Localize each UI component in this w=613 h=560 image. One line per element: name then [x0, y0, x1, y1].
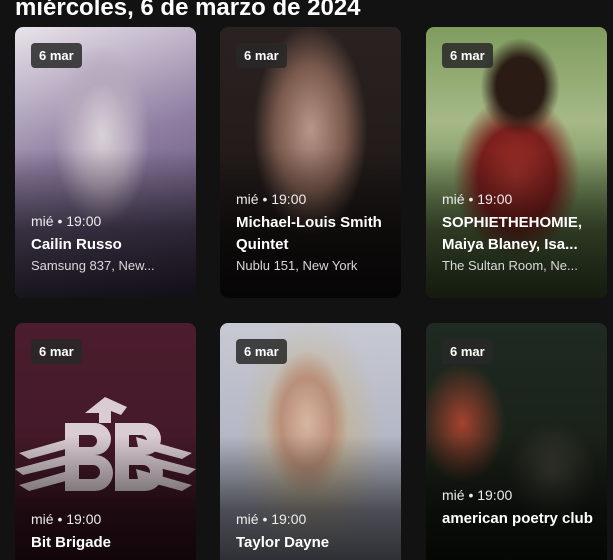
event-name: Bit Brigade — [31, 534, 112, 551]
section-date-heading: miércoles, 6 de marzo de 2024 — [15, 0, 361, 21]
event-card-sophiethehomie[interactable]: 6 mar mié • 19:00 SOPHIETHEHOMIE, Maiya … — [426, 27, 607, 298]
event-time: mié • 19:00 — [442, 487, 513, 503]
event-card-cailin-russo[interactable]: 6 mar mié • 19:00 Cailin Russo Samsung 8… — [15, 27, 196, 298]
date-badge: 6 mar — [31, 43, 82, 68]
event-meta: mié • 19:00 SOPHIETHEHOMIE, Maiya Blaney… — [442, 191, 595, 273]
event-time: mié • 19:00 — [442, 191, 513, 207]
date-badge: 6 mar — [31, 339, 82, 364]
event-name: Cailin Russo — [31, 236, 122, 253]
date-badge: 6 mar — [236, 339, 287, 364]
event-time: mié • 19:00 — [31, 213, 102, 229]
event-time: mié • 19:00 — [236, 511, 307, 527]
event-card-bit-brigade[interactable]: 6 mar mié • 19:00 Bit Brigade — [15, 323, 196, 560]
event-time: mié • 19:00 — [31, 511, 102, 527]
event-venue: Samsung 837, New... — [31, 258, 155, 273]
event-name: american poetry club — [442, 510, 593, 527]
event-meta: mié • 19:00 Michael-Louis Smith Quintet … — [236, 191, 389, 273]
event-name: Michael-Louis Smith Quintet — [236, 214, 382, 253]
event-name: Taylor Dayne — [236, 534, 330, 551]
date-badge: 6 mar — [236, 43, 287, 68]
event-venue: The Sultan Room, Ne... — [442, 258, 578, 273]
event-meta: mié • 19:00 Taylor Dayne — [236, 511, 389, 554]
event-meta: mié • 19:00 american poetry club — [442, 487, 595, 530]
date-badge: 6 mar — [442, 43, 493, 68]
event-name: SOPHIETHEHOMIE, Maiya Blaney, Isa... — [442, 214, 583, 253]
event-venue: Nublu 151, New York — [236, 258, 358, 273]
event-card-american-poetry-club[interactable]: 6 mar mié • 19:00 american poetry club — [426, 323, 607, 560]
event-card-taylor-dayne[interactable]: 6 mar mié • 19:00 Taylor Dayne — [220, 323, 401, 560]
event-time: mié • 19:00 — [236, 191, 307, 207]
event-card-michael-louis-smith-quintet[interactable]: 6 mar mié • 19:00 Michael-Louis Smith Qu… — [220, 27, 401, 298]
event-meta: mié • 19:00 Cailin Russo Samsung 837, Ne… — [31, 213, 184, 273]
date-badge: 6 mar — [442, 339, 493, 364]
event-meta: mié • 19:00 Bit Brigade — [31, 511, 184, 554]
